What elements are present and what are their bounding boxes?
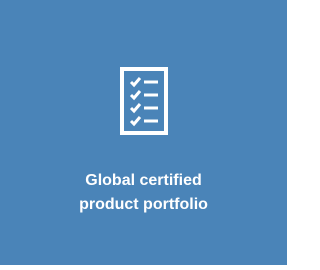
tile-caption: Global certified product portfolio (24, 169, 264, 217)
checklist-icon (119, 66, 169, 136)
caption-line-1: Global certified (85, 172, 202, 189)
feature-tile: Global certified product portfolio (0, 0, 287, 265)
caption-line-2: product portfolio (79, 196, 208, 213)
